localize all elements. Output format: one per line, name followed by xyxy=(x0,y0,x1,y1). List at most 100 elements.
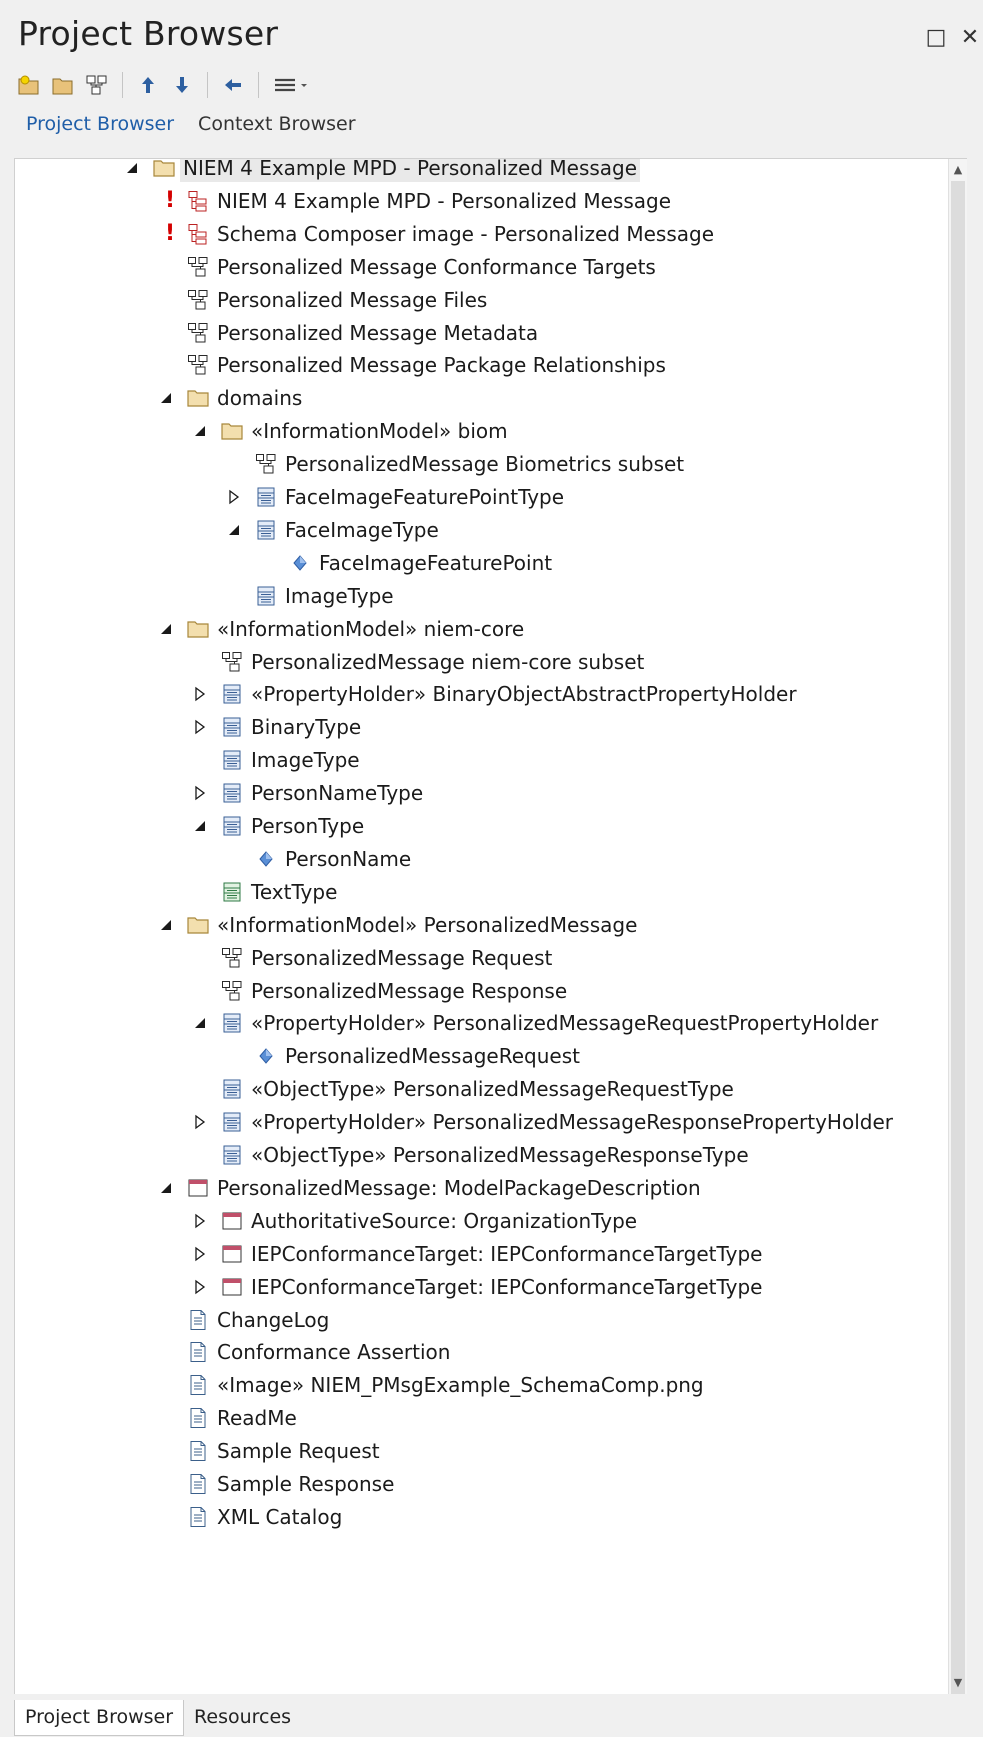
tree-row[interactable]: «ObjectType» PersonalizedMessageRequestT… xyxy=(189,1072,737,1106)
tree-collapsed-icon[interactable] xyxy=(223,486,245,508)
tree-item-label: PersonType xyxy=(251,814,365,838)
close-button[interactable]: ✕ xyxy=(956,24,983,52)
tree-item-label: «PropertyHolder» PersonalizedMessageRequ… xyxy=(251,1011,879,1036)
document-icon xyxy=(187,1309,209,1331)
tree-item-label: FaceImageType xyxy=(285,517,439,542)
tree-row[interactable]: PersonalizedMessage Request xyxy=(189,941,555,975)
scroll-down-icon[interactable]: ▼ xyxy=(949,1672,967,1694)
tree-row[interactable]: «Image» NIEM_PMsgExample_SchemaComp.png xyxy=(155,1368,707,1402)
tree-expanded-icon[interactable] xyxy=(189,815,211,837)
tree-row[interactable]: Sample Request xyxy=(155,1434,383,1468)
tree-collapsed-icon[interactable] xyxy=(189,1111,211,1133)
tree-item-label: Personalized Message Conformance Targets xyxy=(217,254,656,279)
tree-row[interactable]: ChangeLog xyxy=(155,1303,332,1337)
tree-item-label: PersonalizedMessage Request xyxy=(251,945,553,970)
tree-row[interactable]: domains xyxy=(155,381,305,415)
tree-item-label: «PropertyHolder» PersonalizedMessageResp… xyxy=(251,1110,893,1135)
tree-row[interactable]: «InformationModel» PersonalizedMessage xyxy=(155,908,640,942)
tree-row[interactable]: Personalized Message Conformance Targets xyxy=(155,250,659,284)
tree-row[interactable]: PersonalizedMessage: ModelPackageDescrip… xyxy=(155,1171,704,1205)
tree-item-label: «Image» NIEM_PMsgExample_SchemaComp.png xyxy=(217,1373,704,1398)
tree-row[interactable]: ImageType xyxy=(223,579,397,613)
tree-collapsed-icon[interactable] xyxy=(189,782,211,804)
tree-row[interactable]: Personalized Message Package Relationshi… xyxy=(155,348,669,382)
tab-context-browser[interactable]: Context Browser xyxy=(198,113,355,135)
tree-row[interactable]: Conformance Assertion xyxy=(155,1335,453,1369)
move-up-icon[interactable] xyxy=(133,70,163,100)
move-down-icon[interactable] xyxy=(167,70,197,100)
tree-row[interactable]: PersonalizedMessage niem-core subset xyxy=(189,645,647,679)
vertical-scrollbar[interactable]: ▲ ▼ xyxy=(948,159,967,1694)
tree-row[interactable]: ! Schema Composer image - Personalized Me… xyxy=(155,217,717,251)
tree-row[interactable]: IEPConformanceTarget: IEPConformanceTarg… xyxy=(189,1237,765,1271)
tree-row[interactable]: PersonNameType xyxy=(189,776,426,810)
tree-row[interactable]: AuthoritativeSource: OrganizationType xyxy=(189,1204,640,1238)
class-icon xyxy=(221,1012,243,1034)
tree-row[interactable]: PersonType xyxy=(189,809,367,843)
instance-icon xyxy=(221,1276,243,1298)
tree-row[interactable]: BinaryType xyxy=(189,710,364,744)
tree-item-label: PersonalizedMessage niem-core subset xyxy=(251,649,645,674)
tree-collapsed-icon[interactable] xyxy=(189,1243,211,1265)
document-icon xyxy=(187,1374,209,1396)
property-diamond-icon xyxy=(289,552,311,574)
diagram-icon xyxy=(187,289,209,311)
scroll-up-icon[interactable]: ▲ xyxy=(949,159,967,181)
tree-row[interactable]: ! NIEM 4 Example MPD - Personalized Messa… xyxy=(155,184,674,218)
tree-row[interactable]: PersonalizedMessage Response xyxy=(189,974,570,1008)
project-tree[interactable]: NIEM 4 Example MPD - Personalized Messag… xyxy=(14,158,967,1694)
tree-row[interactable]: PersonalizedMessageRequest xyxy=(223,1039,583,1073)
new-package-icon[interactable] xyxy=(14,70,44,100)
tab-bottom-resources[interactable]: Resources xyxy=(184,1700,301,1735)
tree-collapsed-icon[interactable] xyxy=(189,1210,211,1232)
tree-row[interactable]: «PropertyHolder» PersonalizedMessageRequ… xyxy=(189,1006,881,1040)
tree-row[interactable]: IEPConformanceTarget: IEPConformanceTarg… xyxy=(189,1270,765,1304)
tree-collapsed-icon[interactable] xyxy=(189,1276,211,1298)
tree-row[interactable]: FaceImageType xyxy=(223,513,442,547)
class-icon xyxy=(221,749,243,771)
tree-row[interactable]: ImageType xyxy=(189,743,363,777)
tree-collapsed-icon[interactable] xyxy=(189,683,211,705)
tree-row[interactable]: TextType xyxy=(189,875,340,909)
tree-expanded-icon[interactable] xyxy=(155,618,177,640)
class-icon xyxy=(221,1111,243,1133)
tree-row[interactable]: «InformationModel» niem-core xyxy=(155,612,527,646)
tree-expanded-icon[interactable] xyxy=(155,914,177,936)
tree-expanded-icon[interactable] xyxy=(121,159,143,179)
tree-expanded-icon[interactable] xyxy=(189,1012,211,1034)
tree-row[interactable]: «ObjectType» PersonalizedMessageResponse… xyxy=(189,1138,752,1172)
tree-row[interactable]: FaceImageFeaturePoint xyxy=(257,546,555,580)
tree-row[interactable]: NIEM 4 Example MPD - Personalized Messag… xyxy=(121,159,641,185)
scroll-thumb[interactable] xyxy=(951,181,965,1694)
new-folder-icon[interactable] xyxy=(48,70,78,100)
tree-row[interactable]: Personalized Message Files xyxy=(155,283,490,317)
tree-row[interactable]: ReadMe xyxy=(155,1401,300,1435)
back-icon[interactable] xyxy=(218,70,248,100)
class-icon xyxy=(255,585,277,607)
tree-row[interactable]: XML Catalog xyxy=(155,1500,345,1534)
diagram-icon xyxy=(255,453,277,475)
tree-expanded-icon[interactable] xyxy=(155,387,177,409)
tree-collapsed-icon[interactable] xyxy=(189,716,211,738)
tree-row[interactable]: «PropertyHolder» BinaryObjectAbstractPro… xyxy=(189,677,800,711)
tab-bottom-project-browser[interactable]: Project Browser xyxy=(14,1700,185,1736)
tree-row[interactable]: Personalized Message Metadata xyxy=(155,316,541,350)
instance-icon xyxy=(187,1177,209,1199)
tree-row[interactable]: PersonName xyxy=(223,842,414,876)
tab-project-browser[interactable]: Project Browser xyxy=(26,113,174,135)
tree-row[interactable]: FaceImageFeaturePointType xyxy=(223,480,567,514)
tree-item-label: Personalized Message Files xyxy=(217,287,488,312)
document-icon xyxy=(187,1506,209,1528)
class-icon xyxy=(221,1144,243,1166)
menu-icon[interactable] xyxy=(269,70,317,100)
tree-item-label: ChangeLog xyxy=(217,1307,330,1332)
tree-expanded-icon[interactable] xyxy=(223,519,245,541)
tree-expanded-icon[interactable] xyxy=(189,420,211,442)
new-diagram-icon[interactable] xyxy=(82,70,112,100)
maximize-button[interactable]: □ xyxy=(922,24,950,52)
tree-row[interactable]: «PropertyHolder» PersonalizedMessageResp… xyxy=(189,1105,896,1139)
tree-row[interactable]: Sample Response xyxy=(155,1467,397,1501)
tree-row[interactable]: PersonalizedMessage Biometrics subset xyxy=(223,447,687,481)
tree-row[interactable]: «InformationModel» biom xyxy=(189,414,511,448)
tree-expanded-icon[interactable] xyxy=(155,1177,177,1199)
